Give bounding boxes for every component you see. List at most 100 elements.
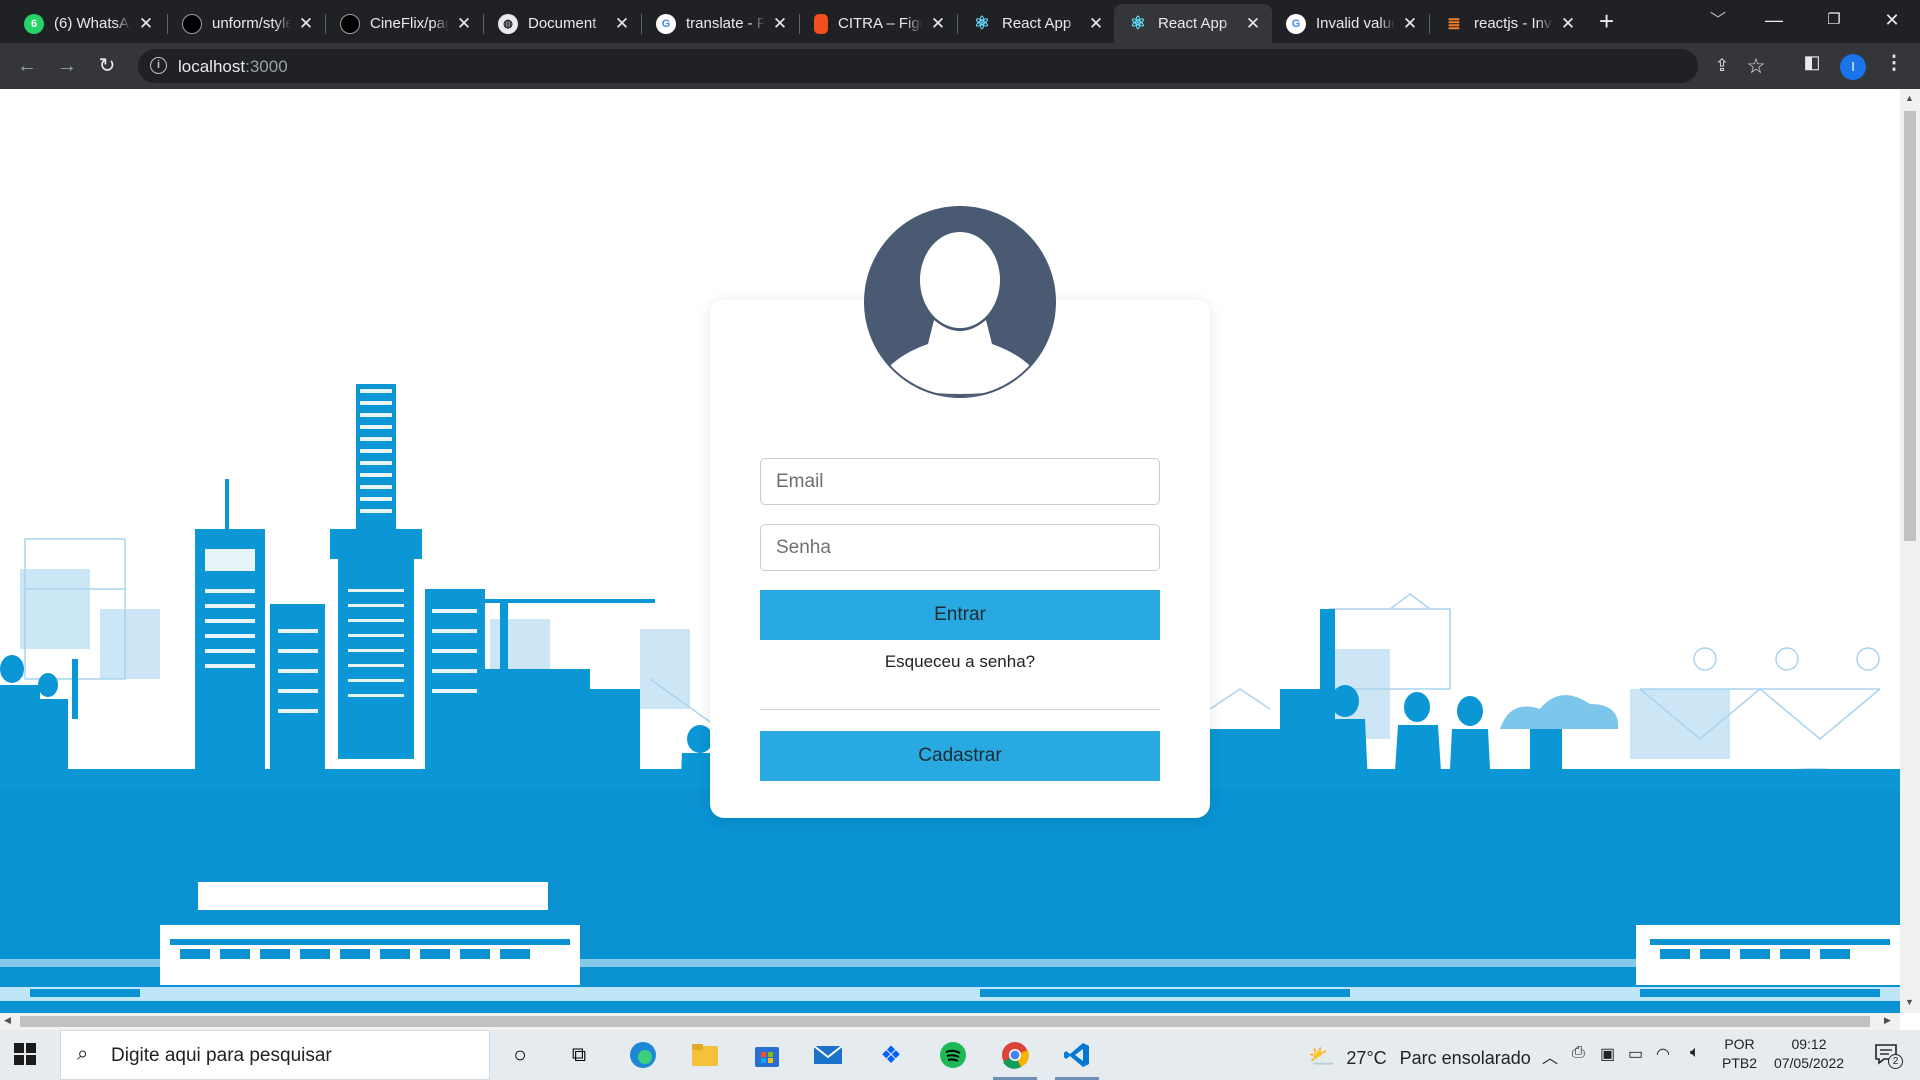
password-input[interactable] [760,524,1160,571]
lang-code: POR [1724,1036,1755,1052]
tab-translate[interactable]: G translate - Pesquisa ✕ [642,4,799,43]
new-tab-plus-icon[interactable]: + [1599,8,1614,34]
scroll-down-icon[interactable]: ▼ [1905,997,1914,1007]
wifi-icon[interactable]: ◠ [1656,1044,1670,1064]
vertical-scroll-thumb[interactable] [1904,111,1916,541]
edge-logo [630,1042,656,1068]
user-avatar-icon [866,208,1054,396]
horizontal-scroll-thumb[interactable] [20,1016,1870,1027]
store-icon[interactable] [751,1039,783,1071]
scroll-left-icon[interactable]: ◀ [4,1015,11,1026]
chrome-icon[interactable] [993,1039,1037,1080]
task-view-icon[interactable]: ⧉ [563,1039,595,1071]
site-info-icon[interactable]: i [150,57,167,74]
tab-react-app-1[interactable]: ⚛ React App ✕ [958,4,1115,43]
close-icon[interactable]: ✕ [613,14,631,34]
spotify-icon[interactable] [937,1039,969,1071]
login-button[interactable]: Entrar [760,590,1160,640]
close-icon[interactable]: ✕ [929,14,947,34]
tab-title: Document [528,15,597,32]
search-icon: ⌕ [77,1043,89,1065]
user-silhouette-icon [876,232,1044,396]
google-icon: G [1286,13,1306,34]
close-icon[interactable]: ✕ [1244,14,1262,34]
forward-arrow-icon[interactable]: → [52,51,82,81]
windows-start-icon[interactable] [14,1043,36,1065]
tab-invalid-value[interactable]: G Invalid value ✕ [1272,4,1429,43]
react-icon: ⚛ [1129,13,1147,33]
scroll-up-icon[interactable]: ▲ [1905,93,1914,103]
close-icon[interactable]: ✕ [1401,14,1419,34]
tab-search-chevron-icon[interactable]: ﹀ [1710,6,1726,30]
url-port: :3000 [245,57,288,76]
react-icon: ⚛ [973,13,991,33]
file-explorer-icon[interactable] [689,1039,721,1071]
notification-center-icon[interactable]: 2 [1874,1042,1903,1069]
tab-react-app-active[interactable]: ⚛ React App ✕ [1114,4,1272,43]
profile-avatar[interactable]: I [1840,54,1866,80]
share-icon[interactable]: ⇪ [1708,56,1736,76]
tab-document[interactable]: ◍ Document ✕ [484,4,641,43]
taskbar-clock[interactable]: 09:12 07/05/2022 [1766,1035,1852,1073]
window-close-icon[interactable]: ✕ [1864,4,1920,36]
close-icon[interactable]: ✕ [1087,14,1105,34]
edge-icon[interactable] [627,1039,659,1071]
google-icon: G [656,13,676,34]
github-icon [182,13,202,34]
input-language[interactable]: POR PTB2 [1722,1035,1757,1073]
reload-icon[interactable]: ↻ [92,51,122,81]
weather-widget[interactable]: ⛅ 27°C Parc ensolarado [1308,1044,1531,1070]
vertical-scrollbar[interactable]: ▲ ▼ [1900,89,1920,1013]
minimize-icon[interactable]: — [1746,4,1802,36]
restore-icon[interactable]: ❐ [1806,4,1862,36]
close-icon[interactable]: ✕ [137,14,155,34]
taskbar-search-box[interactable]: ⌕ Digite aqui para pesquisar [60,1030,490,1080]
bookmark-star-icon[interactable]: ☆ [1742,54,1770,79]
email-input[interactable] [760,458,1160,505]
figma-icon [814,13,828,34]
weather-text: Parc ensolarado [1399,1048,1531,1068]
battery-icon[interactable]: ▭ [1628,1044,1643,1064]
back-arrow-icon[interactable]: ← [12,51,42,81]
tab-title: reactjs - Invariant [1474,15,1553,32]
url-host: localhost [178,57,246,76]
clock-time: 09:12 [1791,1036,1827,1052]
dropbox-icon[interactable]: ❖ [875,1039,907,1071]
partly-sunny-icon: ⛅ [1308,1044,1336,1069]
horizontal-scrollbar[interactable]: ◀ ▶ [0,1013,1900,1030]
side-panel-icon[interactable]: ◧ [1798,52,1826,73]
stackoverflow-icon: ≣ [1447,15,1461,33]
close-icon[interactable]: ✕ [297,14,315,34]
address-bar[interactable]: i localhost:3000 ⇪ ☆ [138,49,1765,83]
register-button[interactable]: Cadastrar [760,731,1160,781]
scroll-right-icon[interactable]: ▶ [1884,1015,1891,1026]
vscode-icon[interactable] [1055,1039,1099,1080]
clock-date: 07/05/2022 [1773,1055,1845,1071]
display-icon[interactable]: ▣ [1600,1044,1615,1064]
close-icon[interactable]: ✕ [771,14,789,34]
close-icon[interactable]: ✕ [455,14,473,34]
forgot-password-link[interactable]: Esqueceu a senha? [760,652,1160,672]
tab-title: (6) WhatsApp [54,15,131,32]
meet-now-icon[interactable]: ⎙ [1572,1044,1585,1062]
mail-logo [813,1045,843,1064]
github-icon [340,13,360,34]
browser-toolbar: ← → ↻ i localhost:3000 ⇪ ☆ ◧ I ⋮ [0,43,1920,89]
tab-title: CITRA – Figma [838,15,923,32]
mail-icon[interactable] [812,1039,844,1071]
tab-reactjs-invariant[interactable]: ≣ reactjs - Invariant ✕ [1430,4,1587,43]
chrome-logo [1002,1042,1029,1069]
menu-kebab-icon[interactable]: ⋮ [1880,52,1908,75]
tab-title: React App [1002,15,1072,32]
close-icon[interactable]: ✕ [1559,14,1577,34]
tab-figma[interactable]: CITRA – Figma ✕ [800,4,957,43]
tab-unform[interactable]: unform/styled ✕ [168,4,325,43]
tab-whatsapp[interactable]: 6 (6) WhatsApp ✕ [10,4,165,43]
folder-logo [692,1044,718,1066]
volume-icon[interactable]: 🔈︎ [1690,1044,1700,1062]
spotify-logo [940,1042,966,1068]
tab-title: CineFlix/page [370,15,449,32]
tab-cineflix[interactable]: CineFlix/page ✕ [326,4,483,43]
cortana-icon[interactable]: ○ [504,1039,536,1071]
show-hidden-icons-chevron[interactable]: ︿ [1542,1044,1558,1068]
